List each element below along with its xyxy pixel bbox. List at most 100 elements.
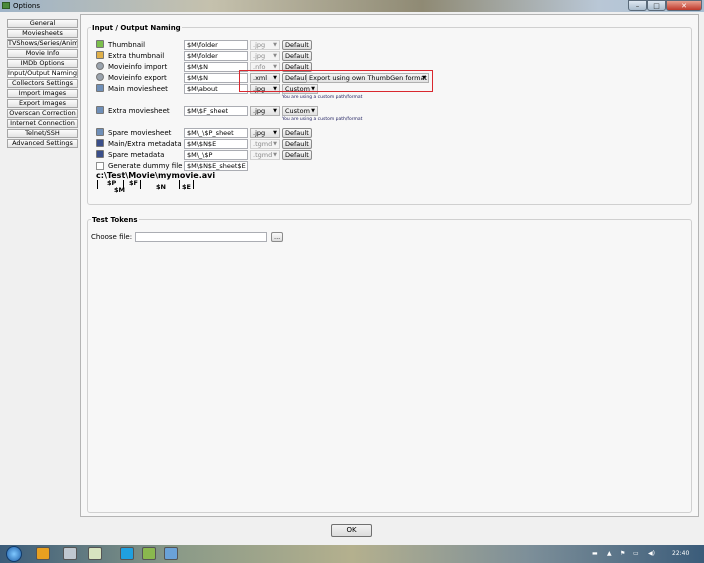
window-title: Options <box>13 2 41 10</box>
chevron-down-icon: ▼ <box>311 108 315 114</box>
browse-button[interactable]: ... <box>271 232 283 242</box>
sidebar-item-export-images[interactable]: Export Images <box>7 99 78 108</box>
sidebar-item-overscan-correction[interactable]: Overscan Correction <box>7 109 78 118</box>
choose-file-label: Choose file: <box>91 233 133 241</box>
choose-file-input[interactable] <box>135 232 267 242</box>
tray-volume-icon[interactable]: ◀) <box>648 550 655 557</box>
sidebar-item-tvshows[interactable]: TVShows/Series/Anime <box>7 39 78 48</box>
folder-icon[interactable] <box>36 547 50 560</box>
extra-moviesheet-custom-select[interactable]: Custom ▼ <box>282 106 318 116</box>
sidebar-item-input-output-naming[interactable]: Input/Output Naming <box>7 69 78 78</box>
row-label: Extra thumbnail <box>108 52 165 60</box>
token-label: $N <box>156 183 166 191</box>
token-diagram: c:\Test\Movie\mymovie.avi $P $M $F $N $E <box>96 171 215 194</box>
token-label: $F <box>129 179 138 187</box>
spare-moviesheet-path-input[interactable]: $M\_\$P_sheet <box>184 128 248 138</box>
title-bar: Options – □ ✕ <box>0 0 704 12</box>
gear-icon <box>96 62 104 70</box>
sidebar-item-moviesheets[interactable]: Moviesheets <box>7 29 78 38</box>
spare-moviesheet-default-button[interactable]: Default <box>282 128 312 138</box>
start-button[interactable] <box>6 546 22 562</box>
row-label: Thumbnail <box>108 41 146 49</box>
extra-moviesheet-path-input[interactable]: $M\$F_sheet <box>184 106 248 116</box>
token-divider <box>123 180 124 189</box>
extra-thumbnail-default-button[interactable]: Default <box>282 51 312 61</box>
dummy-file-label: Generate dummy file at <box>108 162 192 170</box>
maximize-button[interactable]: □ <box>647 0 666 11</box>
dummy-file-checkbox[interactable] <box>96 162 104 170</box>
chevron-down-icon: ▼ <box>273 141 277 147</box>
sidebar-item-internet-connection[interactable]: Internet Connection <box>7 119 78 128</box>
row-label: Main moviesheet <box>108 85 168 93</box>
browser-icon[interactable] <box>88 547 102 560</box>
thumbnail-path-input[interactable]: $M\folder <box>184 40 248 50</box>
highlight-box <box>239 70 433 92</box>
chevron-down-icon: ▼ <box>273 108 277 114</box>
sheet-icon <box>96 128 104 136</box>
extra-thumbnail-path-input[interactable]: $M\folder <box>184 51 248 61</box>
spare-metadata-ext-select[interactable]: .tgmd ▼ <box>250 150 280 160</box>
extra-thumbnail-ext-select[interactable]: .jpg ▼ <box>250 51 280 61</box>
row-label: Spare moviesheet <box>108 129 172 137</box>
tray-arrow-icon[interactable]: ▲ <box>607 550 612 557</box>
token-divider <box>97 180 98 189</box>
token-divider <box>140 180 141 189</box>
tray-keyboard-icon[interactable]: ▬ <box>592 550 598 557</box>
minimize-icon: – <box>635 1 640 10</box>
ie-icon[interactable] <box>164 547 178 560</box>
spare-metadata-default-button[interactable]: Default <box>282 150 312 160</box>
app-icon[interactable] <box>63 547 77 560</box>
thumbgen-icon[interactable] <box>142 547 156 560</box>
close-icon: ✕ <box>681 1 687 10</box>
spare-metadata-path-input[interactable]: $M\_\$P <box>184 150 248 160</box>
token-divider <box>193 180 194 189</box>
test-tokens-group: Test Tokens Choose file: ... <box>87 216 692 513</box>
row-label: Spare metadata <box>108 151 165 159</box>
chevron-down-icon: ▼ <box>273 152 277 158</box>
ext-value: .jpg <box>253 107 266 115</box>
thumbnail-ext-select[interactable]: .jpg ▼ <box>250 40 280 50</box>
metadata-icon <box>96 139 104 147</box>
taskbar: ▬ ▲ ⚑ ▭ ◀) 22:40 <box>0 545 704 563</box>
tray-flag-icon[interactable]: ⚑ <box>620 550 625 557</box>
test-tokens-title: Test Tokens <box>91 216 139 224</box>
sidebar-item-movie-info[interactable]: Movie Info <box>7 49 78 58</box>
sidebar-item-import-images[interactable]: Import Images <box>7 89 78 98</box>
token-label: $E <box>182 183 191 191</box>
metadata-icon <box>96 150 104 158</box>
tray-network-icon[interactable]: ▭ <box>633 550 639 557</box>
main-extra-metadata-path-input[interactable]: $M\$N$E <box>184 139 248 149</box>
custom-value: Custom <box>285 107 310 115</box>
skype-icon[interactable] <box>120 547 134 560</box>
chevron-down-icon: ▼ <box>273 53 277 59</box>
row-label: Extra moviesheet <box>108 107 170 115</box>
minimize-button[interactable]: – <box>628 0 647 11</box>
spare-moviesheet-ext-select[interactable]: .jpg ▼ <box>250 128 280 138</box>
maximize-icon: □ <box>653 1 660 10</box>
sidebar-item-imdb-options[interactable]: IMDb Options <box>7 59 78 68</box>
main-extra-metadata-default-button[interactable]: Default <box>282 139 312 149</box>
sidebar-item-collectors-settings[interactable]: Collectors Settings <box>7 79 78 88</box>
row-label: Main/Extra metadata <box>108 140 182 148</box>
sidebar-item-advanced-settings[interactable]: Advanced Settings <box>7 139 78 148</box>
token-divider <box>179 180 180 189</box>
custom-path-note: You are using a custom path/format <box>282 117 363 122</box>
ext-value: .jpg <box>253 52 266 60</box>
image-icon <box>96 40 104 48</box>
dummy-file-path-input[interactable]: $M\$N$E_sheet$E <box>184 161 248 171</box>
custom-path-note: You are using a custom path/format <box>282 95 363 100</box>
extra-moviesheet-ext-select[interactable]: .jpg ▼ <box>250 106 280 116</box>
image-icon <box>96 51 104 59</box>
naming-group: Input / Output Naming Thumbnail $M\folde… <box>87 24 692 205</box>
main-extra-metadata-ext-select[interactable]: .tgmd ▼ <box>250 139 280 149</box>
close-button[interactable]: ✕ <box>666 0 702 11</box>
sidebar-item-general[interactable]: General <box>7 19 78 28</box>
tray-clock[interactable]: 22:40 <box>672 550 689 557</box>
ext-value: .jpg <box>253 129 266 137</box>
thumbnail-default-button[interactable]: Default <box>282 40 312 50</box>
ok-button[interactable]: OK <box>331 524 372 537</box>
ext-value: .jpg <box>253 41 266 49</box>
sheet-icon <box>96 84 104 92</box>
chevron-down-icon: ▼ <box>273 130 277 136</box>
sidebar-item-telnet-ssh[interactable]: Telnet/SSH <box>7 129 78 138</box>
